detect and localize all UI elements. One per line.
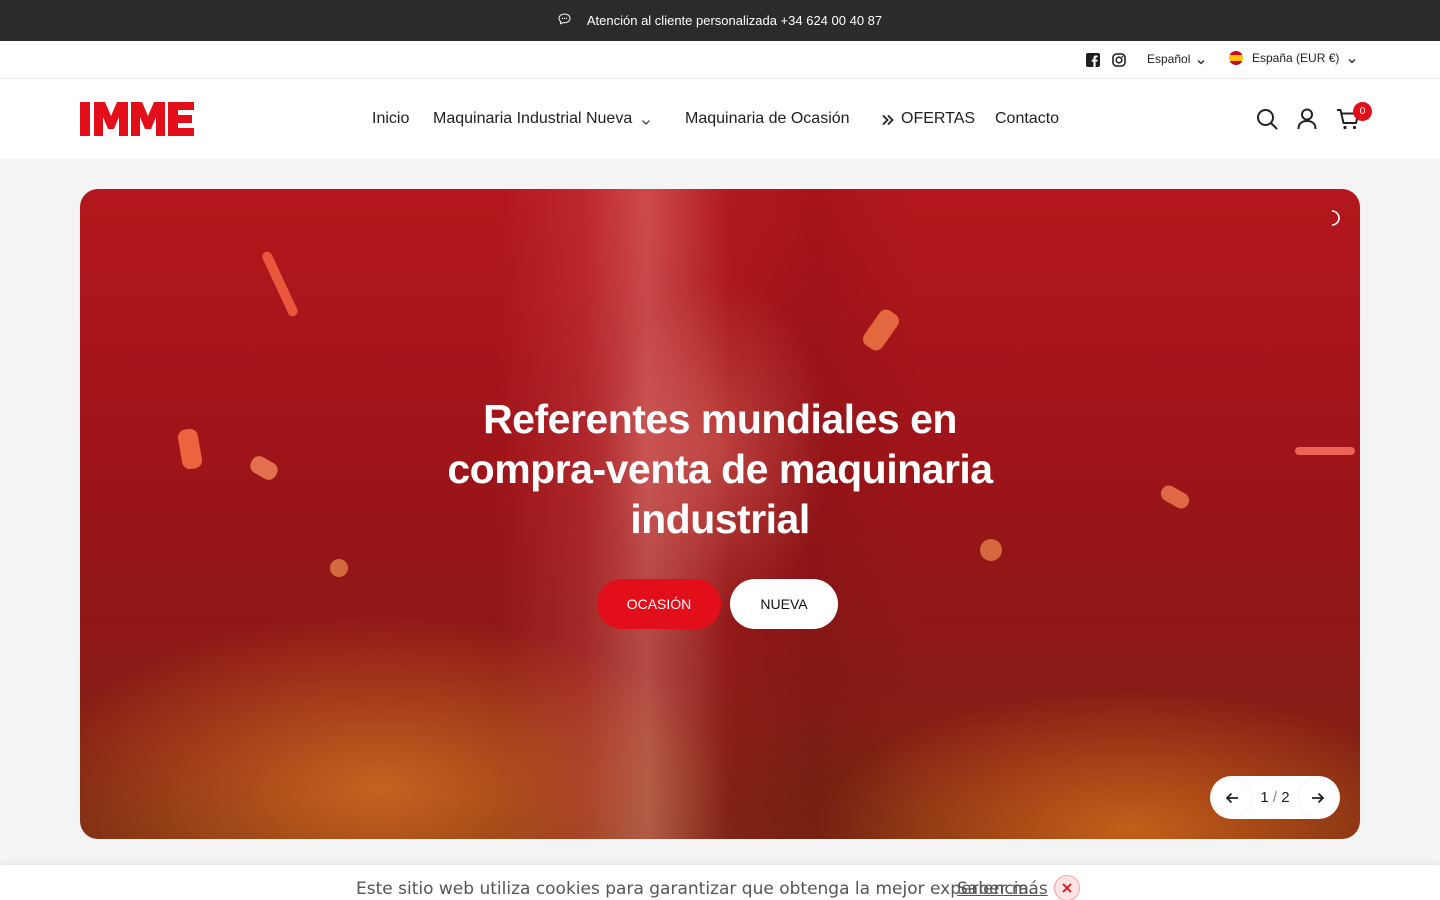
nav-item-label: Inicio [372, 110, 410, 127]
cookie-message: Este sitio web utiliza cookies para gara… [356, 879, 1035, 899]
spark-decoration [1295, 447, 1355, 455]
nav-item-maquinaria-ocasion[interactable]: Maquinaria de Ocasión [685, 110, 850, 128]
announcement-bar: Atención al cliente personalizada +34 62… [0, 0, 1440, 41]
slide-pager: 1 / 2 [1210, 776, 1340, 819]
ocasion-button[interactable]: OCASIÓN [597, 579, 721, 629]
nav-item-label: Maquinaria Industrial Nueva [433, 110, 633, 127]
nav-item-contacto[interactable]: Contacto [995, 110, 1059, 128]
spark-decoration [260, 250, 300, 318]
close-icon [1062, 883, 1072, 893]
announcement-text: Atención al cliente personalizada +34 62… [586, 13, 883, 28]
language-selector[interactable]: Español [1147, 52, 1205, 66]
nueva-button[interactable]: NUEVA [730, 579, 838, 629]
arrow-right-icon [1312, 792, 1325, 803]
slide-total: 2 [1281, 789, 1290, 806]
spark-decoration [1158, 482, 1192, 512]
facebook-icon[interactable] [1086, 53, 1100, 67]
nav-item-maquinaria-nueva[interactable]: Maquinaria Industrial Nueva [433, 110, 651, 128]
slide-separator: / [1272, 789, 1278, 806]
hero-slideshow: Referentes mundiales en compra-venta de … [80, 189, 1360, 839]
nav-item-label: Maquinaria de Ocasión [685, 110, 850, 127]
cookie-close-button[interactable] [1054, 875, 1080, 900]
nav-item-inicio[interactable]: Inicio [372, 110, 409, 128]
spain-flag-icon [1229, 51, 1243, 65]
site-logo[interactable] [80, 102, 194, 136]
loading-spinner-icon [1323, 209, 1341, 227]
arrow-left-icon [1225, 792, 1238, 803]
slide-counter: 1 / 2 [1260, 789, 1289, 806]
chat-bubble-icon [558, 12, 571, 25]
chevron-down-icon [641, 114, 651, 125]
search-icon[interactable] [1256, 108, 1278, 130]
slide-current: 1 [1260, 789, 1269, 806]
cookie-learn-more-link[interactable]: Saber más [957, 879, 1048, 899]
cart-count-badge: 0 [1353, 102, 1372, 121]
country-label: España (EUR €) [1252, 51, 1340, 65]
next-slide-button[interactable] [1298, 778, 1338, 817]
spark-decoration [247, 453, 281, 483]
nav-item-label: OFERTAS [901, 110, 976, 127]
hero-title: Referentes mundiales en compra-venta de … [447, 396, 993, 542]
nav-item-label: Contacto [995, 110, 1060, 127]
utility-bar [0, 41, 1440, 79]
instagram-icon[interactable] [1112, 53, 1126, 67]
account-icon[interactable] [1296, 108, 1318, 130]
spark-decoration [330, 559, 348, 577]
spark-decoration [176, 427, 204, 471]
language-label: Español [1147, 52, 1191, 66]
chevron-down-icon [1197, 55, 1205, 65]
cookie-banner: Este sitio web utiliza cookies para gara… [0, 865, 1440, 900]
nav-item-ofertas[interactable]: OFERTAS [881, 110, 975, 128]
previous-slide-button[interactable] [1212, 778, 1251, 817]
chevron-down-icon [1348, 54, 1356, 64]
double-chevron-right-icon [881, 113, 895, 126]
country-selector[interactable]: España (EUR €) [1229, 51, 1356, 65]
